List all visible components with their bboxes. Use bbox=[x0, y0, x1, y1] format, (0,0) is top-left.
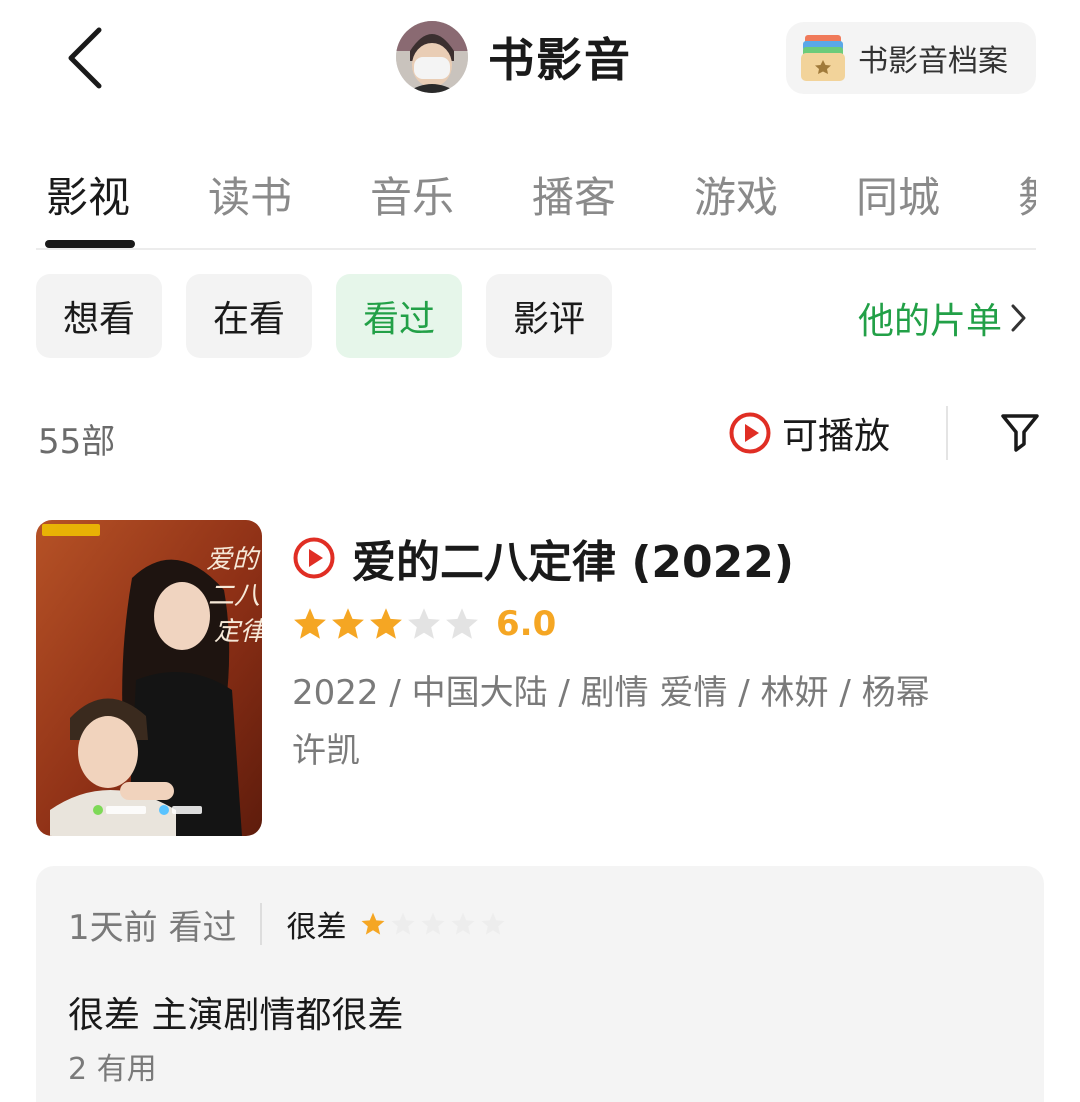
rating-score: 6.0 bbox=[496, 604, 557, 644]
back-button[interactable] bbox=[50, 20, 120, 96]
play-circle-icon bbox=[293, 537, 335, 579]
playable-label: 可播放 bbox=[782, 416, 891, 457]
chip-watched[interactable]: 看过 bbox=[336, 274, 462, 358]
star-empty-icon bbox=[481, 912, 505, 935]
filter-button[interactable] bbox=[996, 408, 1044, 458]
divider bbox=[260, 903, 263, 945]
movie-title-link[interactable]: 爱的二八定律 (2022) bbox=[292, 528, 794, 588]
star-filled-icon bbox=[361, 912, 385, 935]
chevron-right-icon bbox=[1011, 304, 1026, 332]
movie-meta-line: 许凯 bbox=[292, 731, 360, 771]
play-circle-icon bbox=[729, 412, 771, 454]
tab-books[interactable]: 读书 bbox=[208, 164, 292, 225]
playable-filter[interactable]: 可播放 bbox=[728, 408, 890, 458]
chevron-left-icon bbox=[68, 27, 102, 89]
tab-stage[interactable]: 舞 bbox=[1018, 164, 1036, 225]
star-filled-icon bbox=[370, 608, 402, 639]
rating-stars bbox=[292, 606, 482, 642]
tab-movies[interactable]: 影视 bbox=[46, 164, 130, 225]
review-card[interactable]: 1天前 看过 很差 很差 主演剧情都很差 2 有用 bbox=[36, 866, 1044, 1102]
chip-want-to-watch[interactable]: 想看 bbox=[36, 274, 162, 358]
tab-local[interactable]: 同城 bbox=[856, 164, 940, 225]
page-title: 书影音 bbox=[488, 33, 632, 87]
review-header: 1天前 看过 很差 bbox=[68, 902, 510, 948]
svg-text:定律: 定律 bbox=[214, 617, 262, 647]
star-empty-icon bbox=[451, 912, 475, 935]
svg-text:二八: 二八 bbox=[208, 581, 260, 611]
watchlist-link[interactable]: 他的片单 bbox=[858, 292, 1030, 344]
active-tab-indicator bbox=[45, 240, 135, 248]
funnel-icon bbox=[1001, 414, 1039, 452]
review-date: 1天前 看过 bbox=[68, 907, 237, 948]
star-filled-icon bbox=[332, 608, 364, 639]
chip-watching[interactable]: 在看 bbox=[186, 274, 312, 358]
top-bar: 书影音 书影音档案 bbox=[0, 0, 1080, 120]
archive-label: 书影音档案 bbox=[858, 44, 1008, 79]
tab-music[interactable]: 音乐 bbox=[370, 164, 454, 225]
movie-title: 爱的二八定律 (2022) bbox=[352, 537, 794, 588]
movie-meta-line: 2022 / 中国大陆 / 剧情 爱情 / 林妍 / 杨幂 bbox=[292, 673, 930, 713]
item-count: 55部 bbox=[38, 422, 116, 462]
star-empty-icon bbox=[391, 912, 415, 935]
star-empty-icon bbox=[408, 608, 440, 639]
star-empty-icon bbox=[446, 608, 478, 639]
movie-meta: 2022 / 中国大陆 / 剧情 爱情 / 林妍 / 杨幂 许凯 bbox=[292, 664, 1032, 780]
tab-games[interactable]: 游戏 bbox=[694, 164, 778, 225]
profile-header: 书影音 bbox=[396, 20, 632, 94]
review-grade: 很差 bbox=[286, 910, 347, 945]
poster-title-text: 爱的 bbox=[206, 545, 261, 575]
chip-reviews[interactable]: 影评 bbox=[486, 274, 612, 358]
tab-podcasts[interactable]: 播客 bbox=[532, 164, 616, 225]
review-text: 很差 主演剧情都很差 bbox=[68, 995, 404, 1036]
star-empty-icon bbox=[421, 912, 445, 935]
archive-button[interactable]: 书影音档案 bbox=[786, 22, 1036, 94]
useful-count[interactable]: 2 有用 bbox=[68, 1044, 157, 1088]
archive-box-icon bbox=[801, 35, 845, 81]
category-tabs: 影视 读书 音乐 播客 游戏 同城 舞 bbox=[36, 150, 1036, 250]
star-filled-icon bbox=[294, 608, 326, 639]
movie-poster[interactable]: 爱的 二八 定律 bbox=[36, 520, 262, 836]
review-stars bbox=[360, 911, 510, 937]
movie-rating: 6.0 bbox=[292, 602, 556, 646]
watchlist-link-label: 他的片单 bbox=[858, 301, 1003, 342]
divider bbox=[946, 406, 948, 460]
avatar[interactable] bbox=[396, 21, 468, 93]
